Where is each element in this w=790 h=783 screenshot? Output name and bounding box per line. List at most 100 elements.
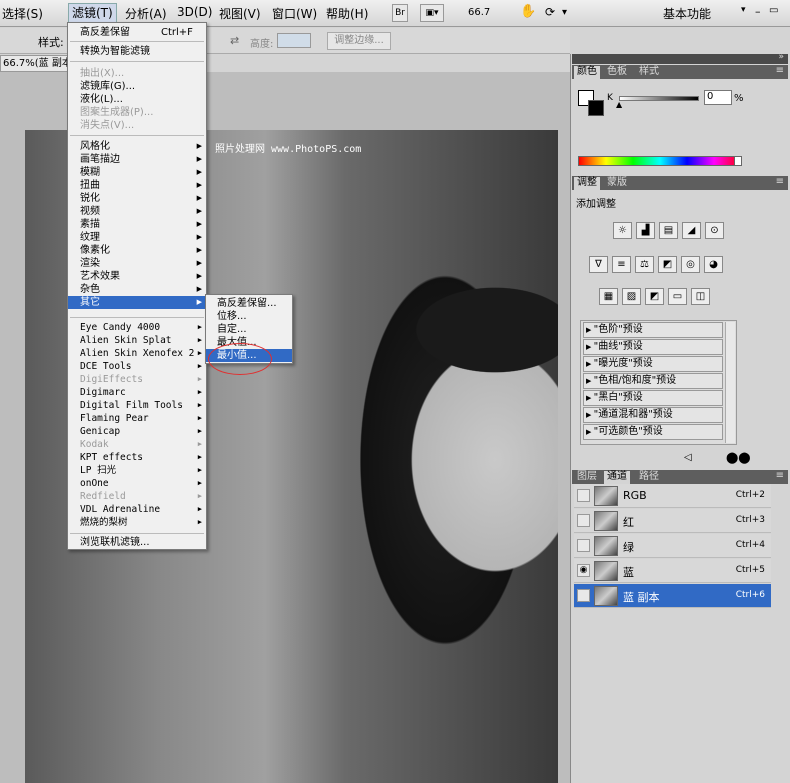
menu-help[interactable]: 帮助(H) <box>326 5 368 22</box>
k-value-input[interactable]: 0 <box>704 90 732 105</box>
menu-item-plugin[interactable]: 燃烧的梨树 ▶ <box>68 516 206 529</box>
tab-layers[interactable]: 图层 <box>574 471 600 484</box>
menu-item-plugin[interactable]: onOne ▶ <box>68 477 206 490</box>
collapse-icon[interactable]: » <box>778 52 784 62</box>
preset-item[interactable]: ▶ "色相/饱和度"预设 <box>583 373 723 389</box>
visibility-toggle[interactable] <box>577 539 590 552</box>
menu-item-filter-gallery[interactable]: 滤镜库(G)... <box>68 80 206 93</box>
panel-menu-icon[interactable]: ≡ <box>776 65 784 76</box>
hand-tool-icon[interactable]: ✋ <box>520 4 536 19</box>
menu-item-plugin[interactable]: KPT effects ▶ <box>68 451 206 464</box>
menu-item-filter-group[interactable]: 画笔描边 ▶ <box>68 153 206 166</box>
menu-item-filter-group[interactable]: 模糊 ▶ <box>68 166 206 179</box>
submenu-item-offset[interactable]: 位移... <box>206 310 292 323</box>
slider-triangle-icon[interactable]: ▲ <box>616 100 622 109</box>
presets-scrollbar[interactable] <box>725 322 735 443</box>
minimize-icon[interactable]: – <box>755 5 761 18</box>
tab-paths[interactable]: 路径 <box>636 471 662 484</box>
adjustment-icon[interactable]: ▦ <box>599 288 618 305</box>
menu-item-plugin[interactable]: Genicap ▶ <box>68 425 206 438</box>
k-slider[interactable] <box>619 96 699 101</box>
tab-styles[interactable]: 样式 <box>636 66 662 79</box>
adjustment-icon[interactable]: ⚖ <box>635 256 654 273</box>
layers-adjust-icon[interactable]: ⬤⬤ <box>726 451 751 464</box>
menu-item-filter-group[interactable]: 素描 ▶ <box>68 218 206 231</box>
menu-item-plugin[interactable]: VDL Adrenaline ▶ <box>68 503 206 516</box>
menu-item-plugin[interactable]: Alien Skin Splat ▶ <box>68 334 206 347</box>
adjustment-icon[interactable]: ◩ <box>658 256 677 273</box>
preset-item[interactable]: ▶ "可选颜色"预设 <box>583 424 723 440</box>
adjustment-icon[interactable]: ◩ <box>645 288 664 305</box>
menu-3d[interactable]: 3D(D) <box>177 5 212 19</box>
visibility-toggle[interactable] <box>577 514 590 527</box>
channel-row[interactable]: 红 Ctrl+3 <box>574 509 771 533</box>
adjustment-icon[interactable]: ≡ <box>612 256 631 273</box>
menu-analysis[interactable]: 分析(A) <box>125 5 167 22</box>
screen-mode-icon[interactable]: ▣▾ <box>420 4 444 22</box>
channel-row[interactable]: RGB Ctrl+2 <box>574 484 771 508</box>
menu-item-plugin[interactable]: DCE Tools ▶ <box>68 360 206 373</box>
menu-item-liquify[interactable]: 液化(L)... <box>68 93 206 106</box>
adjustment-icon[interactable]: ▟ <box>636 222 655 239</box>
white-swatch[interactable] <box>734 156 742 166</box>
adjustment-icon[interactable]: ∇ <box>589 256 608 273</box>
adjustment-icon[interactable]: ▭ <box>668 288 687 305</box>
preset-item[interactable]: ▶ "曲线"预设 <box>583 339 723 355</box>
menu-item-smart-filter[interactable]: 转换为智能滤镜 <box>68 45 206 58</box>
return-icon[interactable]: ◁ <box>684 452 692 463</box>
eye-icon[interactable]: ◉ <box>577 564 590 577</box>
submenu-item-high-pass[interactable]: 高反差保留... <box>206 297 292 310</box>
tab-swatches[interactable]: 色板 <box>604 66 630 79</box>
adjustment-icon[interactable]: ⊙ <box>705 222 724 239</box>
preset-item[interactable]: ▶ "黑白"预设 <box>583 390 723 406</box>
menu-item-filter-group[interactable]: 渲染 ▶ <box>68 257 206 270</box>
menu-item-browse-online[interactable]: 浏览联机滤镜... <box>68 536 206 549</box>
adjustment-icon[interactable]: ◢ <box>682 222 701 239</box>
tab-color[interactable]: 颜色 <box>574 66 600 79</box>
menu-item-plugin[interactable]: Flaming Pear ▶ <box>68 412 206 425</box>
panel-menu-icon[interactable]: ≡ <box>776 176 784 187</box>
menu-filter[interactable]: 滤镜(T) <box>68 3 117 23</box>
menu-item-filter-group[interactable]: 扭曲 ▶ <box>68 179 206 192</box>
menu-item-filter-group[interactable]: 其它 ▶ <box>68 296 206 309</box>
preset-item[interactable]: ▶ "色阶"预设 <box>583 322 723 338</box>
arrange-icon[interactable]: ▾ <box>562 7 567 18</box>
rotate-view-icon[interactable]: ⟳ <box>545 5 555 19</box>
background-swatch[interactable] <box>588 100 604 116</box>
tab-masks[interactable]: 蒙版 <box>604 177 630 190</box>
adjustment-icon[interactable]: ◕ <box>704 256 723 273</box>
bridge-button[interactable]: Br <box>392 4 408 22</box>
menu-select[interactable]: 选择(S) <box>2 5 43 22</box>
preset-item[interactable]: ▶ "通道混和器"预设 <box>583 407 723 423</box>
swap-icon[interactable]: ⇄ <box>230 34 239 47</box>
adjustment-icon[interactable]: ▤ <box>659 222 678 239</box>
height-field[interactable] <box>277 33 311 48</box>
tab-adjustments[interactable]: 调整 <box>574 177 600 190</box>
chevron-down-icon[interactable]: ▾ <box>741 5 746 15</box>
maximize-icon[interactable]: ▭ <box>769 5 778 16</box>
panel-menu-icon[interactable]: ≡ <box>776 470 784 481</box>
adjustment-icon[interactable]: ◫ <box>691 288 710 305</box>
menu-item-filter-group[interactable]: 纹理 ▶ <box>68 231 206 244</box>
menu-item-filter-group[interactable]: 像素化 ▶ <box>68 244 206 257</box>
menu-item-plugin[interactable]: LP 扫光 ▶ <box>68 464 206 477</box>
preset-item[interactable]: ▶ "曝光度"预设 <box>583 356 723 372</box>
tab-channels[interactable]: 通道 <box>604 471 630 484</box>
channel-row[interactable]: 蓝 副本 Ctrl+6 <box>574 584 771 608</box>
channel-row[interactable]: ◉ 蓝 Ctrl+5 <box>574 559 771 583</box>
menu-item-filter-group[interactable]: 风格化 ▶ <box>68 140 206 153</box>
menu-item-last-filter[interactable]: 高反差保留 Ctrl+F <box>68 26 206 39</box>
channel-row[interactable]: 绿 Ctrl+4 <box>574 534 771 558</box>
workspace-switcher[interactable]: 基本功能 <box>663 5 711 22</box>
menu-window[interactable]: 窗口(W) <box>272 5 317 22</box>
adjustment-icon[interactable]: ◎ <box>681 256 700 273</box>
menu-item-plugin[interactable]: Digital Film Tools ▶ <box>68 399 206 412</box>
menu-item-plugin[interactable]: Digimarc ▶ <box>68 386 206 399</box>
adjustment-icon[interactable]: ☼ <box>613 222 632 239</box>
menu-item-plugin[interactable]: Alien Skin Xenofex 2 ▶ <box>68 347 206 360</box>
zoom-level[interactable]: 66.7 <box>468 7 490 18</box>
menu-item-filter-group[interactable]: 杂色 ▶ <box>68 283 206 296</box>
menu-item-filter-group[interactable]: 艺术效果 ▶ <box>68 270 206 283</box>
menu-item-filter-group[interactable]: 锐化 ▶ <box>68 192 206 205</box>
visibility-toggle[interactable] <box>577 589 590 602</box>
